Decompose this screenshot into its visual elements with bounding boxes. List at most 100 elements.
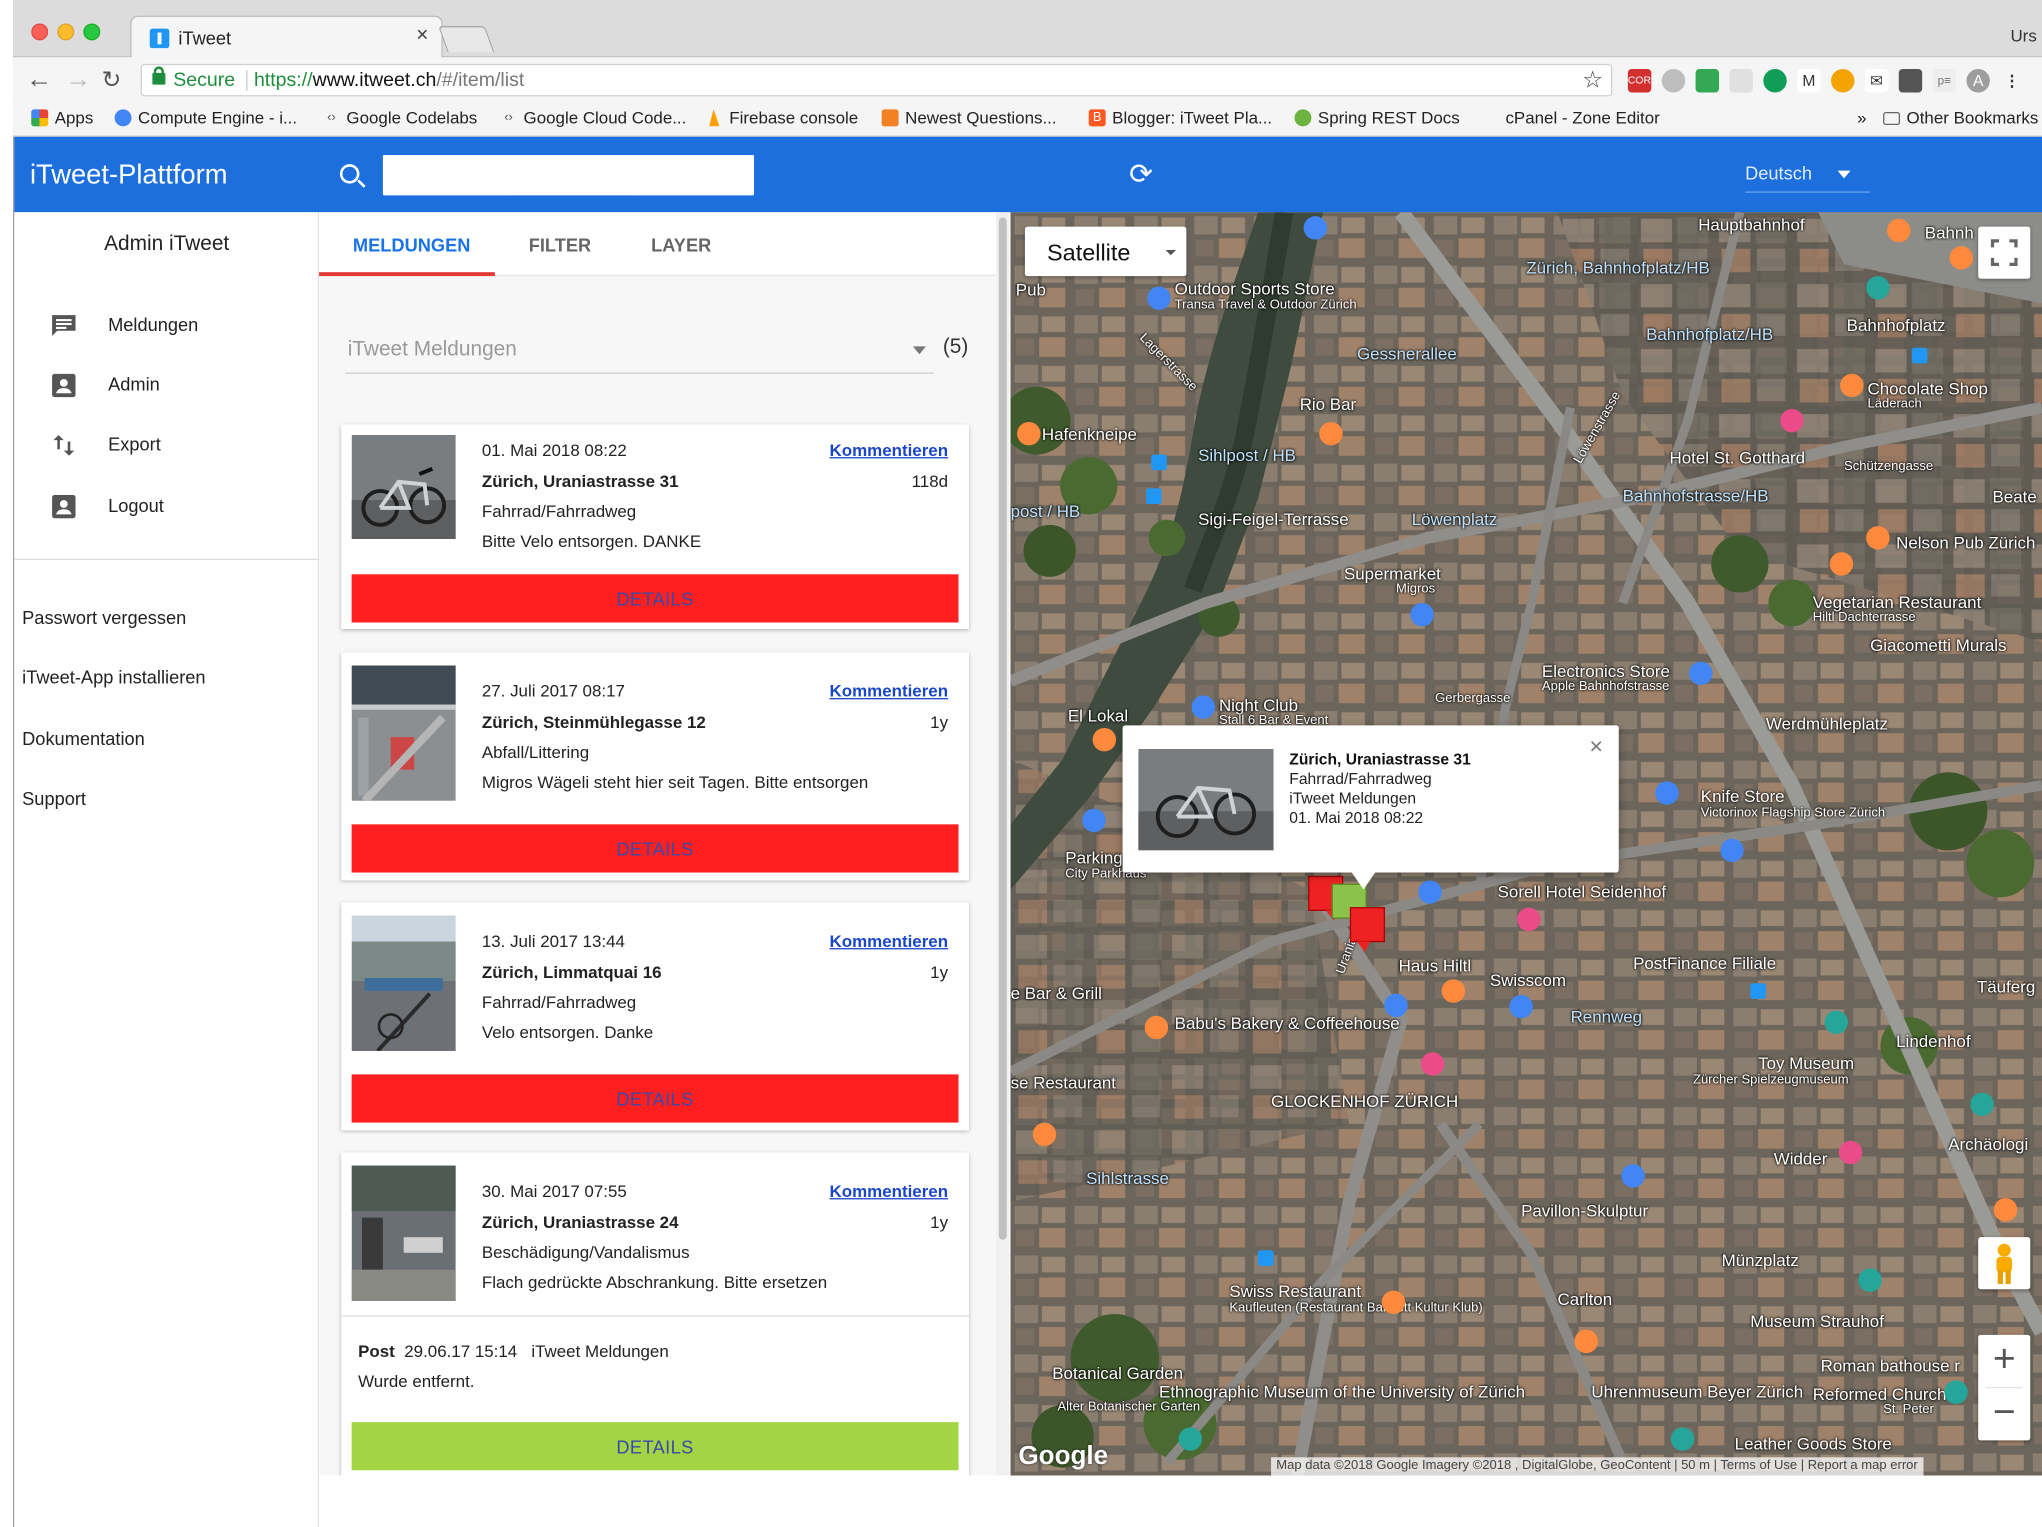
tab-meldungen[interactable]: MELDUNGEN xyxy=(353,234,471,255)
fullscreen-button[interactable] xyxy=(1978,226,2031,279)
bookmarks-bar: Apps Compute Engine - i... ‹› Google Cod… xyxy=(13,101,2042,137)
post-divider xyxy=(341,1315,969,1317)
report-address: Zürich, Uraniastrasse 24 xyxy=(481,1212,679,1232)
bookmark-spring-rest-docs[interactable]: Spring REST Docs xyxy=(1294,108,1460,128)
folder-icon xyxy=(1883,111,1901,125)
sidebar-item-logout[interactable]: Logout xyxy=(14,479,319,531)
link-app-installieren[interactable]: iTweet-App installieren xyxy=(22,667,205,688)
map-type-select[interactable]: Satellite xyxy=(1024,226,1187,277)
search-input[interactable] xyxy=(382,154,755,196)
details-button[interactable]: DETAILS xyxy=(351,1422,959,1471)
details-button[interactable]: DETAILS xyxy=(351,824,959,873)
other-bookmarks-folder[interactable]: Other Bookmarks xyxy=(1883,108,2038,128)
popup-photo-bicycle[interactable] xyxy=(1138,748,1274,851)
cors-extension-icon[interactable]: CORS xyxy=(1627,69,1658,93)
sidebar-item-meldungen[interactable]: Meldungen xyxy=(14,298,319,350)
tab-close-icon[interactable]: × xyxy=(416,25,428,48)
url-host: www.itweet.ch xyxy=(312,69,437,92)
close-icon[interactable]: × xyxy=(1589,733,1603,760)
sidebar-item-admin[interactable]: Admin xyxy=(14,358,319,410)
map-view[interactable]: Hauptbahnhof Outdoor Sports Store Transa… xyxy=(1010,212,2042,1476)
spring-icon xyxy=(1294,109,1312,127)
message-icon xyxy=(52,315,76,336)
extension-a-icon[interactable]: A xyxy=(1966,69,1990,93)
extension-grid-icon[interactable] xyxy=(1729,69,1753,93)
extension-circle-icon[interactable] xyxy=(1661,69,1686,93)
maximize-window-button[interactable] xyxy=(83,23,101,41)
report-age: 118d xyxy=(911,471,949,491)
post-text: Wurde entfernt. xyxy=(358,1371,475,1391)
comment-link[interactable]: Kommentieren xyxy=(830,1181,949,1201)
browser-tab-strip: iTweet × Urs xyxy=(13,0,2042,59)
address-bar[interactable]: Secure https://www.itweet.ch/#/item/list… xyxy=(140,63,1613,97)
bookmark-newest-questions[interactable]: Newest Questions... xyxy=(881,108,1057,128)
extension-flame-icon[interactable] xyxy=(1831,69,1855,93)
comment-link[interactable]: Kommentieren xyxy=(830,931,949,951)
report-card: 01. Mai 2018 08:22 Zürich, Uraniastrasse… xyxy=(341,424,969,630)
report-address: Zürich, Limmatquai 16 xyxy=(481,962,662,982)
sidebar: Admin iTweet Meldungen Admin Export Logo… xyxy=(14,212,320,1527)
bookmark-cpanel[interactable]: cPanel - Zone Editor xyxy=(1505,108,1659,128)
profile-name[interactable]: Urs xyxy=(2010,26,2036,46)
report-photo-cart[interactable] xyxy=(351,665,456,801)
bookmark-google-cloud-code[interactable]: ‹› Google Cloud Code... xyxy=(500,108,686,128)
close-window-button[interactable] xyxy=(31,23,49,41)
compute-engine-icon xyxy=(114,109,132,127)
post-meta: Post 29.06.17 15:14 iTweet Meldungen xyxy=(358,1341,669,1361)
language-select[interactable]: Deutsch xyxy=(1745,163,1812,184)
minimize-window-button[interactable] xyxy=(57,23,75,41)
details-button[interactable]: DETAILS xyxy=(351,1074,959,1123)
apps-grid-icon xyxy=(31,109,49,127)
chevron-down-icon[interactable] xyxy=(1837,170,1851,179)
search-icon[interactable] xyxy=(339,164,360,184)
details-button[interactable]: DETAILS xyxy=(351,574,959,623)
mail-icon[interactable]: ✉ xyxy=(1864,69,1889,93)
link-support[interactable]: Support xyxy=(22,788,86,809)
new-tab-button[interactable] xyxy=(438,26,495,53)
app-title[interactable]: iTweet-Plattform xyxy=(30,160,228,191)
reload-icon[interactable]: ↻ xyxy=(102,65,122,94)
sidebar-item-export[interactable]: Export xyxy=(14,418,319,470)
report-photo-limmatquai[interactable] xyxy=(351,915,456,1051)
extension-text-icon[interactable]: p≡ xyxy=(1932,69,1957,93)
back-arrow-icon[interactable]: ← xyxy=(26,65,52,94)
report-address: Zürich, Steinmühlegasse 12 xyxy=(481,712,706,732)
link-passwort-vergessen[interactable]: Passwort vergessen xyxy=(22,607,186,628)
grammarly-icon[interactable] xyxy=(1763,69,1787,93)
comment-link[interactable]: Kommentieren xyxy=(830,681,949,701)
report-marker-red[interactable] xyxy=(1349,905,1388,962)
street-view-pegman[interactable] xyxy=(1978,1237,2031,1290)
zoom-in-button[interactable]: + xyxy=(1978,1335,2030,1387)
browser-tab[interactable]: iTweet × xyxy=(130,15,443,59)
layer-select[interactable]: iTweet Meldungen xyxy=(345,335,934,374)
refresh-icon[interactable]: ⟳ xyxy=(1129,160,1153,189)
bookmark-compute-engine[interactable]: Compute Engine - i... xyxy=(114,108,297,128)
report-photo-barrier[interactable] xyxy=(351,1165,456,1301)
link-dokumentation[interactable]: Dokumentation xyxy=(22,728,145,749)
comment-link[interactable]: Kommentieren xyxy=(830,440,949,460)
account-box-icon xyxy=(52,373,76,398)
bookmark-label: Firebase console xyxy=(729,108,859,128)
report-photo-bicycle[interactable] xyxy=(351,434,456,540)
bookmarks-overflow-button[interactable]: » xyxy=(1857,108,1866,128)
bookmark-firebase-console[interactable]: Firebase console xyxy=(706,108,858,128)
extension-user-icon[interactable] xyxy=(1898,69,1923,93)
google-drive-icon[interactable] xyxy=(1695,69,1720,93)
map-attribution[interactable]: Map data ©2018 Google Imagery ©2018 , Di… xyxy=(1271,1457,1923,1476)
bookmark-apps[interactable]: Apps xyxy=(31,108,93,128)
tab-layer[interactable]: LAYER xyxy=(651,234,711,255)
zoom-out-button[interactable]: − xyxy=(1978,1388,2030,1440)
browser-menu-icon[interactable]: ⋮ xyxy=(2000,69,2023,92)
post-source: iTweet Meldungen xyxy=(531,1341,669,1361)
chevron-down-icon xyxy=(1165,250,1176,256)
forward-arrow-icon[interactable]: → xyxy=(65,65,91,94)
post-label: Post xyxy=(358,1341,395,1361)
scrollbar-thumb[interactable] xyxy=(998,217,1007,1240)
import-export-icon xyxy=(53,434,75,456)
gmail-icon[interactable]: M xyxy=(1797,69,1821,93)
tab-filter[interactable]: FILTER xyxy=(529,234,591,255)
list-scrollbar[interactable] xyxy=(996,212,1010,1476)
bookmark-star-icon[interactable]: ☆ xyxy=(1582,65,1603,95)
bookmark-blogger[interactable]: B Blogger: iTweet Pla... xyxy=(1088,108,1272,128)
bookmark-google-codelabs[interactable]: ‹› Google Codelabs xyxy=(323,108,477,128)
